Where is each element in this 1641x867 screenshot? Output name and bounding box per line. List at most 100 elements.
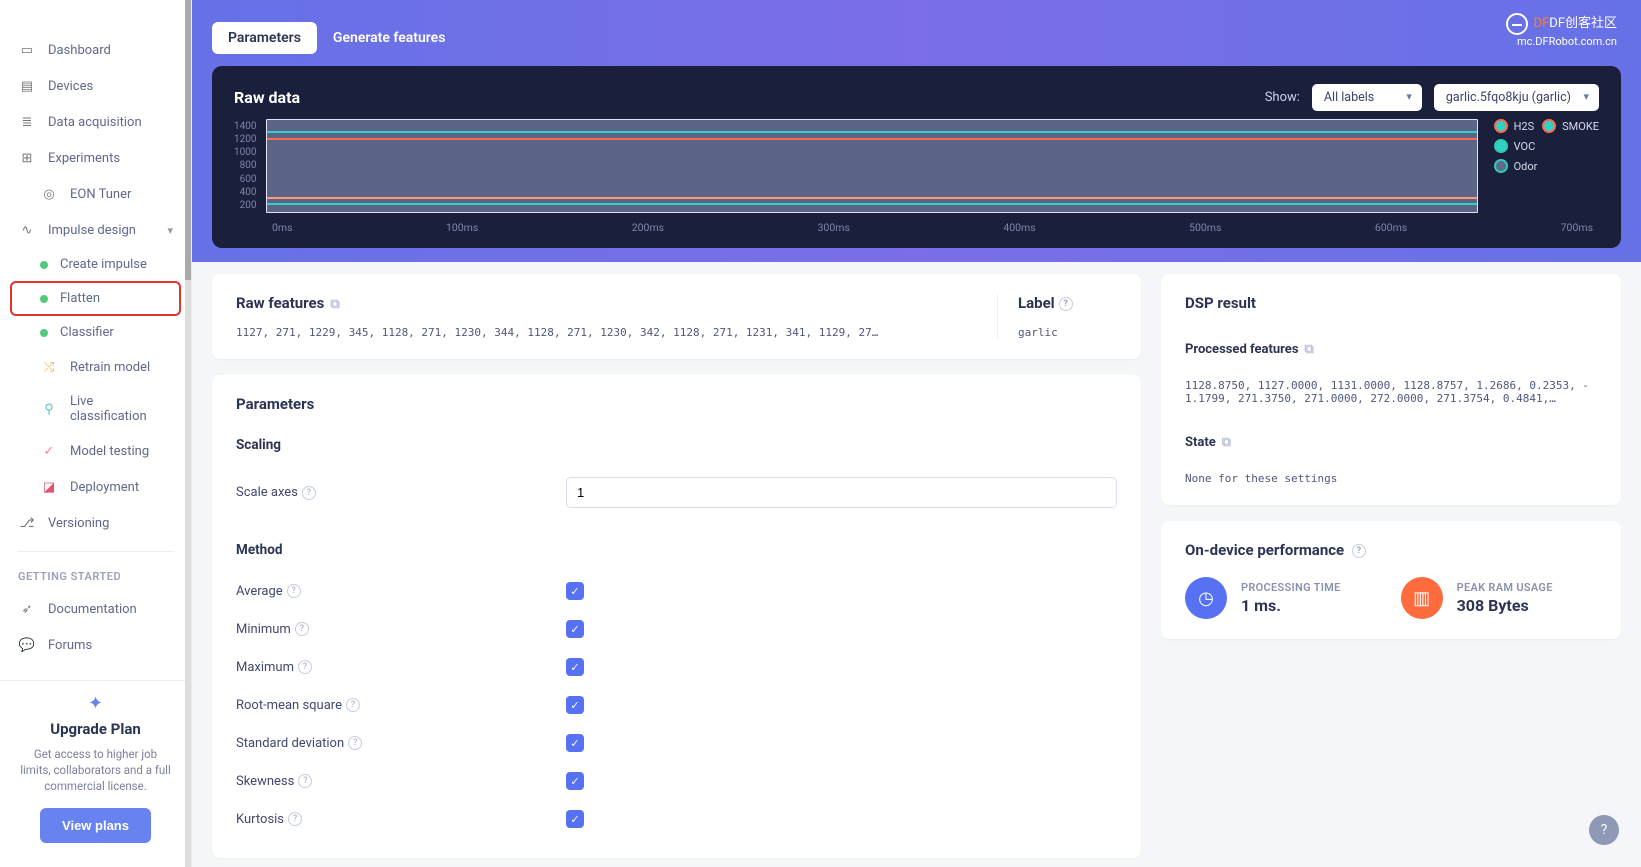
- chip-icon: ▤: [18, 77, 36, 95]
- raw-data-title: Raw data: [234, 88, 300, 107]
- sidebar-item-devices[interactable]: ▤ Devices: [0, 68, 191, 104]
- show-select[interactable]: All labels: [1312, 84, 1422, 111]
- sidebar-item-deployment[interactable]: ◪ Deployment: [0, 469, 191, 505]
- status-dot-icon: [40, 261, 48, 269]
- checkbox-rms[interactable]: ✓: [566, 696, 584, 714]
- method-header: Method: [236, 542, 1117, 558]
- sidebar-item-versioning[interactable]: ⎇ Versioning: [0, 505, 191, 541]
- label-value: garlic: [1018, 326, 1117, 339]
- tab-generate-features[interactable]: Generate features: [317, 22, 462, 54]
- sidebar-item-label: Classifier: [60, 325, 114, 340]
- sidebar-scrollbar[interactable]: [185, 0, 191, 867]
- database-icon: ≣: [18, 113, 36, 131]
- param-label: Standard deviation: [236, 736, 344, 751]
- star-icon: ✦: [18, 693, 173, 714]
- checkbox-average[interactable]: ✓: [566, 582, 584, 600]
- y-tick: 400: [234, 187, 256, 198]
- legend-label: VOC: [1514, 140, 1536, 153]
- chart-plot[interactable]: [266, 119, 1477, 213]
- param-label: Average: [236, 584, 283, 599]
- tab-parameters[interactable]: Parameters: [212, 22, 317, 54]
- sidebar-item-impulse-design[interactable]: ∿ Impulse design ▾: [0, 212, 191, 248]
- checkbox-kurtosis[interactable]: ✓: [566, 810, 584, 828]
- help-icon[interactable]: ?: [302, 486, 316, 500]
- sidebar-item-label: Live classification: [70, 394, 173, 424]
- help-icon[interactable]: ?: [298, 660, 312, 674]
- right-column: DSP result Processed features⧉ 1128.8750…: [1161, 274, 1621, 858]
- clock-icon: ◷: [1185, 577, 1227, 619]
- legend-item-voc[interactable]: VOC: [1494, 139, 1599, 153]
- help-icon[interactable]: ?: [1352, 544, 1366, 558]
- copy-icon[interactable]: ⧉: [1305, 342, 1314, 357]
- param-maximum: Maximum? ✓: [236, 648, 1117, 686]
- help-icon[interactable]: ?: [287, 584, 301, 598]
- processed-features-header: Processed features⧉: [1185, 342, 1597, 357]
- help-icon[interactable]: ?: [288, 812, 302, 826]
- nav: ▭ Dashboard ▤ Devices ≣ Data acquisition…: [0, 0, 191, 680]
- sidebar-item-model-testing[interactable]: ✓ Model testing: [0, 433, 191, 469]
- perf-ram-value: 308 Bytes: [1457, 596, 1553, 615]
- param-minimum: Minimum? ✓: [236, 610, 1117, 648]
- upgrade-title: Upgrade Plan: [18, 720, 173, 738]
- x-tick: 300ms: [818, 221, 850, 234]
- branch-icon: ⎇: [18, 514, 36, 532]
- watermark-logo-icon: [1506, 13, 1528, 35]
- y-tick: 1000: [234, 147, 256, 158]
- param-label: Skewness: [236, 774, 294, 789]
- checkbox-stddev[interactable]: ✓: [566, 734, 584, 752]
- sidebar-item-label: Impulse design: [48, 223, 136, 238]
- top-banner: DFDF创客社区 mc.DFRobot.com.cn Parameters Ge…: [192, 0, 1641, 262]
- sidebar-item-live-classification[interactable]: ⚲ Live classification: [0, 385, 191, 433]
- sidebar-item-dashboard[interactable]: ▭ Dashboard: [0, 32, 191, 68]
- x-axis: 0ms 100ms 200ms 300ms 400ms 500ms 600ms …: [234, 213, 1599, 234]
- copy-icon[interactable]: ⧉: [330, 297, 339, 312]
- help-icon[interactable]: ?: [1059, 297, 1073, 311]
- sidebar-item-eon-tuner[interactable]: ◎ EON Tuner: [0, 176, 191, 212]
- legend-item-smoke[interactable]: SMOKE: [1542, 119, 1599, 133]
- sidebar-item-data-acquisition[interactable]: ≣ Data acquisition: [0, 104, 191, 140]
- sidebar-item-label: EON Tuner: [70, 187, 131, 202]
- param-stddev: Standard deviation? ✓: [236, 724, 1117, 762]
- left-column: Raw features⧉ 1127, 271, 1229, 345, 1128…: [212, 274, 1141, 858]
- divider: [18, 551, 173, 552]
- sample-select[interactable]: garlic.5fqo8kju (garlic): [1434, 84, 1599, 111]
- sidebar-item-label: Experiments: [48, 151, 120, 166]
- copy-icon[interactable]: ⧉: [1222, 435, 1231, 450]
- help-icon[interactable]: ?: [348, 736, 362, 750]
- help-fab-button[interactable]: ?: [1589, 815, 1619, 845]
- sidebar-item-documentation[interactable]: ➶ Documentation: [0, 591, 191, 627]
- sidebar-item-experiments[interactable]: ⊞ Experiments: [0, 140, 191, 176]
- sidebar-item-forums[interactable]: 💬 Forums: [0, 627, 191, 663]
- x-tick: 200ms: [632, 221, 664, 234]
- legend-chip-icon: [1494, 159, 1508, 173]
- x-tick: 100ms: [446, 221, 478, 234]
- y-axis: 1400 1200 1000 800 600 400 200: [234, 119, 256, 213]
- status-dot-icon: [40, 329, 48, 337]
- help-icon[interactable]: ?: [346, 698, 360, 712]
- checkbox-minimum[interactable]: ✓: [566, 620, 584, 638]
- legend-item-odor[interactable]: Odor: [1494, 159, 1599, 173]
- sidebar-item-label: Flatten: [60, 291, 100, 306]
- sidebar-item-retrain-model[interactable]: ⤭ Retrain model: [0, 349, 191, 385]
- checkbox-maximum[interactable]: ✓: [566, 658, 584, 676]
- param-label: Kurtosis: [236, 812, 284, 827]
- checkbox-skewness[interactable]: ✓: [566, 772, 584, 790]
- help-icon[interactable]: ?: [295, 622, 309, 636]
- x-tick: 600ms: [1375, 221, 1407, 234]
- scale-axes-input[interactable]: [566, 477, 1117, 508]
- sidebar-footer: ✦ Upgrade Plan Get access to higher job …: [0, 680, 191, 867]
- sidebar-item-create-impulse[interactable]: Create impulse: [0, 248, 191, 281]
- sidebar-item-flatten[interactable]: Flatten: [10, 281, 181, 316]
- rocket-icon: ➶: [18, 600, 36, 618]
- param-skewness: Skewness? ✓: [236, 762, 1117, 800]
- help-icon[interactable]: ?: [298, 774, 312, 788]
- legend-chip-icon: [1494, 139, 1508, 153]
- legend-item-h2s[interactable]: H2S: [1494, 119, 1535, 133]
- sidebar-item-classifier[interactable]: Classifier: [0, 316, 191, 349]
- raw-features-card: Raw features⧉ 1127, 271, 1229, 345, 1128…: [212, 274, 1141, 359]
- series-line-voc: [267, 203, 1476, 205]
- label-header: Label?: [1018, 294, 1117, 312]
- view-plans-button[interactable]: View plans: [40, 808, 151, 843]
- tabs: Parameters Generate features: [212, 0, 1621, 54]
- monitor-icon: ▭: [18, 41, 36, 59]
